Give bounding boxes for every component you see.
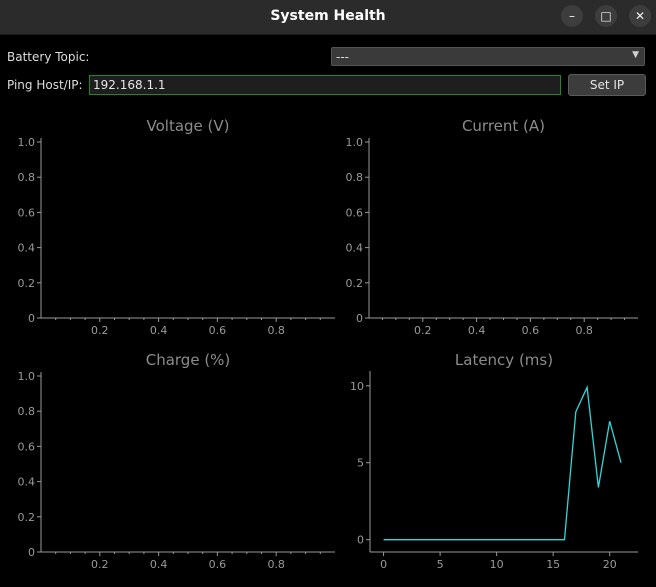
y-tick-label: 0: [28, 312, 35, 325]
plots-area: Voltage (V)00.20.40.60.81.00.2 0.4 0.6 0.8C…: [18, 117, 638, 571]
x-tick-label: 0.8: [267, 324, 285, 337]
chart-2: Charge (%) 0 0.2 0.4 0.6 0.8 1.0 0.2 0.4 0.6 0.8: [18, 351, 335, 571]
x-tick-label: 15: [546, 558, 560, 571]
x-tick-label: 0.6: [209, 324, 227, 337]
chart-title: Charge (%): [146, 351, 231, 369]
y-tick-label: 0.4: [18, 476, 36, 489]
x-tick-label: 0.2: [91, 324, 109, 337]
x-tick-label: 5: [437, 558, 444, 571]
chart-title: Voltage (V): [147, 117, 230, 135]
y-tick-label: 0.4: [346, 242, 364, 255]
x-tick-label: 0.6: [209, 558, 227, 571]
x-tick-label: 0.4: [150, 558, 168, 571]
y-tick-label: 0.6: [346, 206, 364, 219]
x-tick-label: 0.6: [522, 324, 540, 337]
latency-series-line: [383, 384, 622, 541]
y-tick-label: 0.2: [346, 277, 364, 290]
y-tick-label: 0.8: [18, 405, 36, 418]
y-tick-label: 0.2: [18, 511, 36, 524]
x-tick-label: 0.8: [267, 558, 285, 571]
y-tick-label: 0.8: [346, 171, 364, 184]
y-tick-label: 0: [357, 534, 364, 547]
y-tick-label: 0.4: [18, 242, 36, 255]
x-tick-label: 0: [380, 558, 387, 571]
y-tick-label: 0.2: [18, 277, 36, 290]
chart-3: Latency (ms) 0 5 10 0 5 10 15 20: [350, 351, 638, 571]
x-tick-label: 0.4: [150, 324, 168, 337]
x-tick-label: 10: [490, 558, 504, 571]
y-tick-label: 1.0: [18, 370, 36, 383]
chart-0: Voltage (V) 0 0.2 0.4 0.6 0.8 1.0 0.2 0.4 0.6 0.8: [18, 117, 335, 337]
y-tick-label: 5: [357, 457, 364, 470]
x-tick-label: 0.2: [414, 324, 432, 337]
y-tick-label: 0.6: [18, 206, 36, 219]
y-tick-label: 0.6: [18, 440, 36, 453]
x-tick-label: 0.8: [575, 324, 593, 337]
y-tick-label: 0.8: [18, 171, 36, 184]
chart-title: Current (A): [462, 117, 545, 135]
y-tick-label: 1.0: [18, 136, 36, 149]
x-tick-label: 20: [603, 558, 617, 571]
chart-1: Current (A) 0 0.2 0.4 0.6 0.8 1.0 0.2 0.4 0.6 0.8: [346, 117, 638, 337]
y-tick-label: 0: [356, 312, 363, 325]
x-tick-label: 0.2: [91, 558, 109, 571]
y-tick-label: 1.0: [346, 136, 364, 149]
y-tick-label: 0: [28, 546, 35, 559]
x-tick-label: 0.4: [468, 324, 486, 337]
chart-title: Latency (ms): [455, 351, 553, 369]
y-tick-label: 10: [350, 380, 364, 393]
